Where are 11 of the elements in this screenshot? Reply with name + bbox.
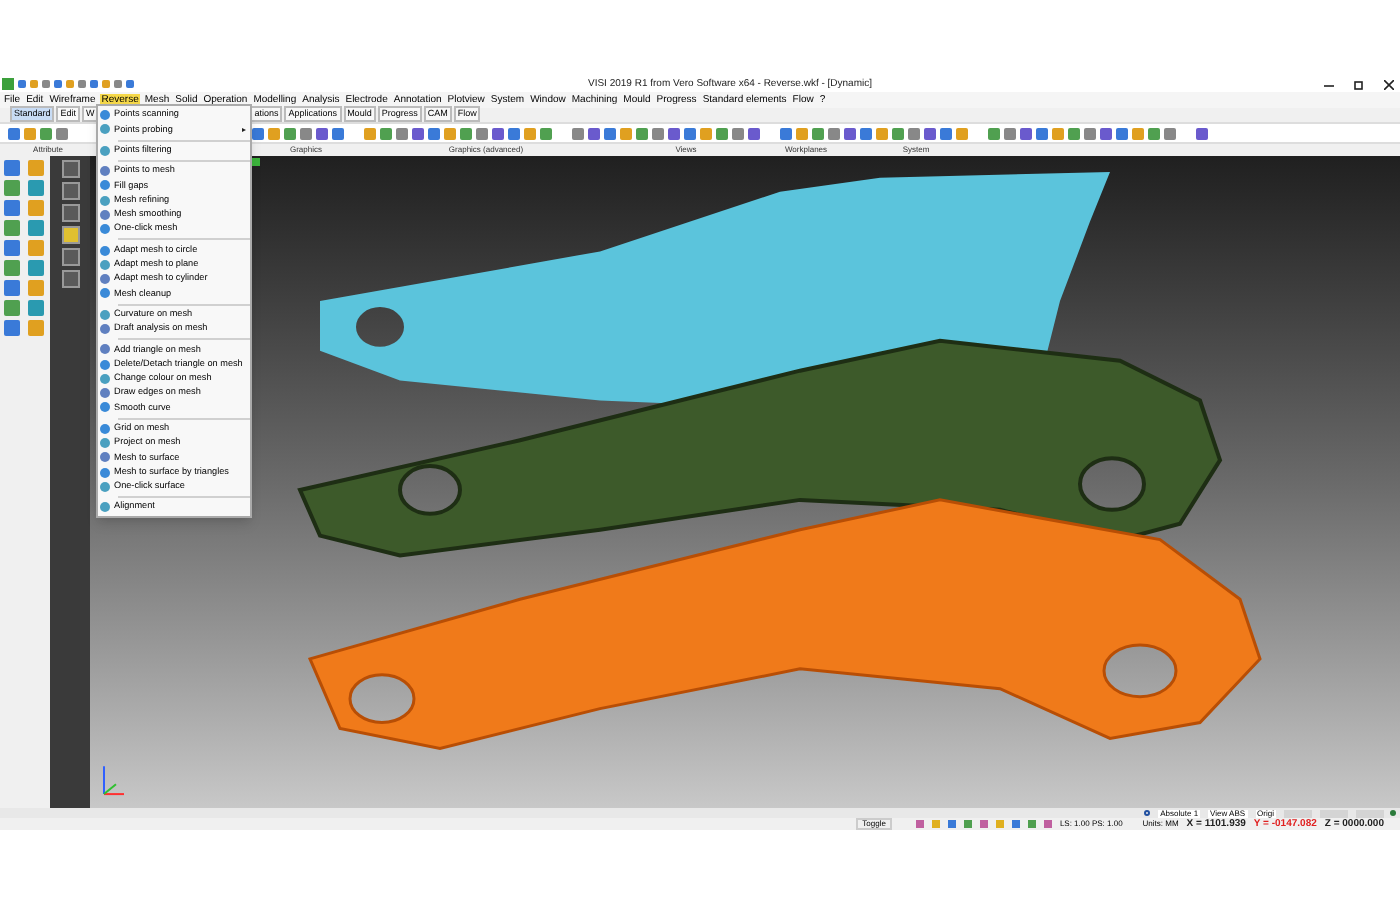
minimize-icon[interactable]	[1324, 79, 1334, 89]
restore-icon[interactable]	[1354, 79, 1364, 89]
toolbar-icon[interactable]	[1196, 127, 1208, 139]
search-icon	[1144, 810, 1151, 816]
status-panel	[1356, 809, 1384, 817]
app-logo-icon	[2, 78, 14, 90]
status-panel	[1320, 809, 1348, 817]
axis-triad-icon	[103, 765, 125, 796]
status-panel	[1284, 809, 1312, 817]
close-icon[interactable]	[1384, 79, 1394, 89]
globe-icon	[1390, 810, 1396, 816]
